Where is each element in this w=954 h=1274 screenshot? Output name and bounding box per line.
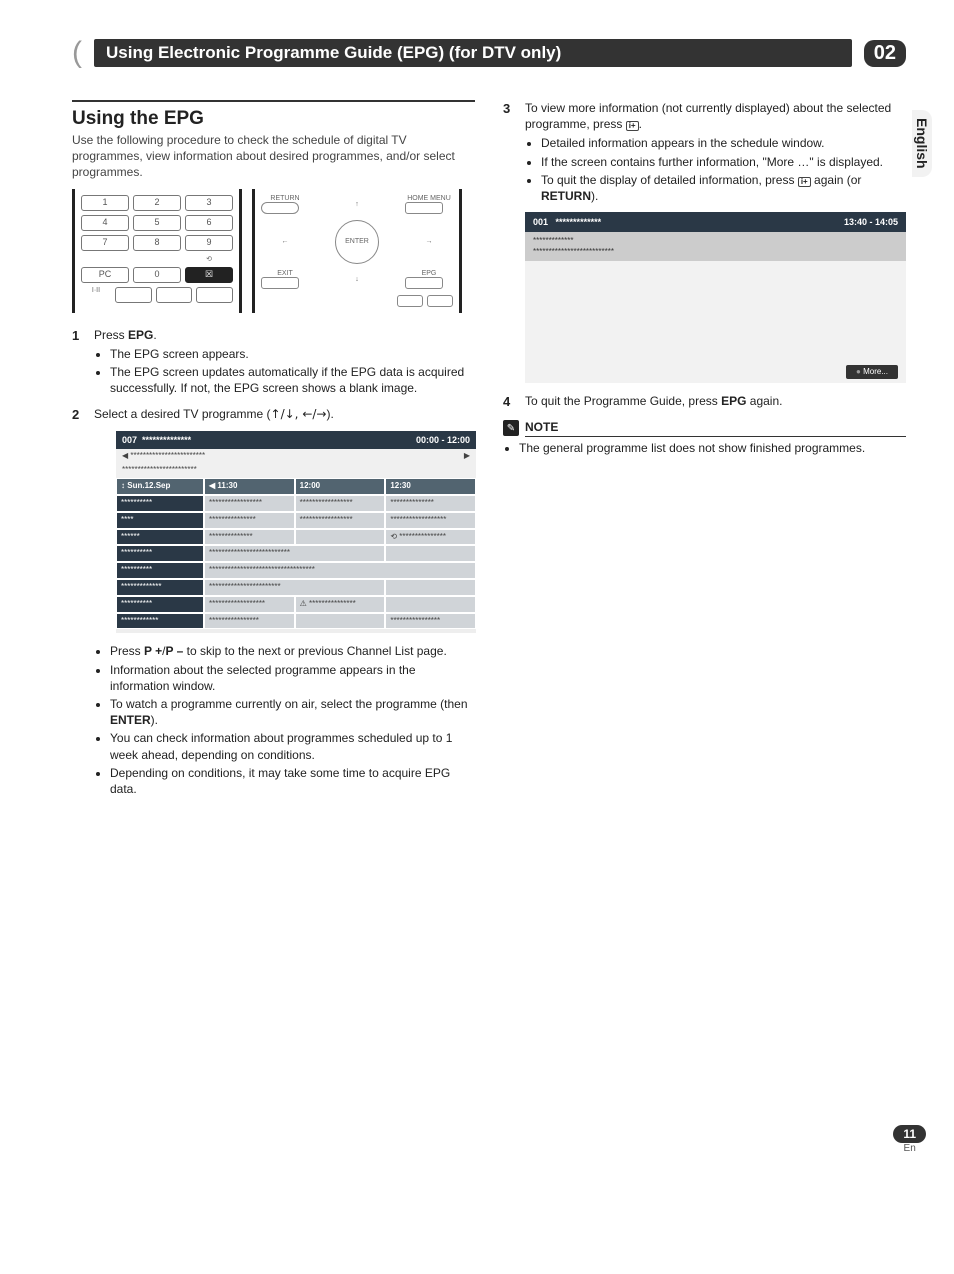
remote-nav-cluster: RETURN ↑ HOME MENU ← ENTER → bbox=[252, 189, 462, 313]
remote-key-1: 1 bbox=[81, 195, 129, 211]
remote-key-blank bbox=[397, 295, 423, 307]
remote-key-blank bbox=[427, 295, 453, 307]
remote-key-display: ☒ bbox=[185, 267, 233, 283]
remote-exit-label: EXIT bbox=[261, 270, 309, 277]
remote-return-label: RETURN bbox=[261, 195, 309, 202]
epg-date-header: ↕ Sun.12.Sep bbox=[116, 478, 204, 495]
arrow-right-icon: → bbox=[405, 238, 453, 245]
chapter-title: Using Electronic Programme Guide (EPG) (… bbox=[94, 39, 852, 67]
step2-bullet: Press P +/P – to skip to the next or pre… bbox=[110, 643, 475, 659]
step1-bullet: The EPG screen appears. bbox=[110, 346, 475, 362]
chapter-number: 02 bbox=[864, 40, 906, 67]
step1-bullet: The EPG screen updates automatically if … bbox=[110, 364, 475, 396]
step-3: To view more information (not currently … bbox=[503, 100, 906, 383]
remote-key-blank bbox=[115, 287, 152, 303]
section-title: Using the EPG bbox=[72, 100, 475, 130]
remote-key-4: 4 bbox=[81, 215, 129, 231]
remote-key-7: 7 bbox=[81, 235, 129, 251]
remote-numpad: 1 2 3 4 5 6 7 8 9 ⟲ PC 0 ☒ bbox=[72, 189, 242, 313]
remote-illustration: 1 2 3 4 5 6 7 8 9 ⟲ PC 0 ☒ bbox=[72, 189, 475, 313]
chapter-bracket: ( bbox=[72, 36, 82, 70]
remote-key-3: 3 bbox=[185, 195, 233, 211]
remote-key-return-icon: ⟲ bbox=[185, 255, 233, 263]
info-icon: i+ bbox=[798, 177, 811, 187]
remote-return-button bbox=[261, 202, 299, 214]
step3-bullet: To quit the display of detailed informat… bbox=[541, 172, 906, 204]
remote-key-i-ii: I·II bbox=[81, 287, 111, 303]
note-icon: ✎ bbox=[503, 420, 519, 436]
step1-text: Press EPG. bbox=[94, 328, 157, 342]
remote-key-0: 0 bbox=[133, 267, 181, 283]
step3-bullet: If the screen contains further informati… bbox=[541, 154, 906, 170]
remote-key-5: 5 bbox=[133, 215, 181, 231]
step-1: Press EPG. The EPG screen appears. The E… bbox=[72, 327, 475, 397]
remote-epg-button bbox=[405, 277, 443, 289]
remote-key-pc: PC bbox=[81, 267, 129, 283]
arrow-down-icon: ↓ bbox=[333, 276, 381, 283]
step2-bullet: To watch a programme currently on air, s… bbox=[110, 696, 475, 728]
more-badge: More... bbox=[846, 365, 898, 380]
epg-schedule-screenshot: 007 ************** 00:00 - 12:00 ◀ *****… bbox=[116, 431, 476, 634]
remote-key-2: 2 bbox=[133, 195, 181, 211]
note-bullet: The general programme list does not show… bbox=[519, 440, 906, 456]
step3-text: To view more information (not currently … bbox=[525, 101, 891, 131]
remote-key-6: 6 bbox=[185, 215, 233, 231]
step-4: To quit the Programme Guide, press EPG a… bbox=[503, 393, 906, 409]
remote-key-blank bbox=[156, 287, 193, 303]
remote-epg-label: EPG bbox=[405, 270, 453, 277]
remote-homemenu-button bbox=[405, 202, 443, 214]
remote-homemenu-label: HOME MENU bbox=[405, 195, 453, 202]
remote-enter-ring: ENTER bbox=[335, 220, 379, 264]
step2-bullet: Depending on conditions, it may take som… bbox=[110, 765, 475, 797]
page-number: 11 En bbox=[893, 1125, 926, 1154]
remote-key-9: 9 bbox=[185, 235, 233, 251]
step-2: Select a desired TV programme (↑/↓, ←/→)… bbox=[72, 406, 475, 797]
remote-key-blank bbox=[196, 287, 233, 303]
section-intro: Use the following procedure to check the… bbox=[72, 132, 475, 181]
info-icon: i+ bbox=[626, 121, 639, 131]
arrow-left-icon: ← bbox=[261, 238, 309, 245]
epg-detail-screenshot: 001 ************* 13:40 - 14:05 ********… bbox=[525, 212, 906, 383]
note-heading: ✎ NOTE bbox=[503, 420, 906, 437]
step2-text: Select a desired TV programme (↑/↓, ←/→)… bbox=[94, 407, 334, 421]
language-tab: English bbox=[912, 110, 932, 177]
step2-bullet: Information about the selected programme… bbox=[110, 662, 475, 694]
arrow-up-icon: ↑ bbox=[333, 201, 381, 208]
step3-bullet: Detailed information appears in the sche… bbox=[541, 135, 906, 151]
step2-bullet: You can check information about programm… bbox=[110, 730, 475, 762]
remote-key-8: 8 bbox=[133, 235, 181, 251]
remote-exit-button bbox=[261, 277, 299, 289]
